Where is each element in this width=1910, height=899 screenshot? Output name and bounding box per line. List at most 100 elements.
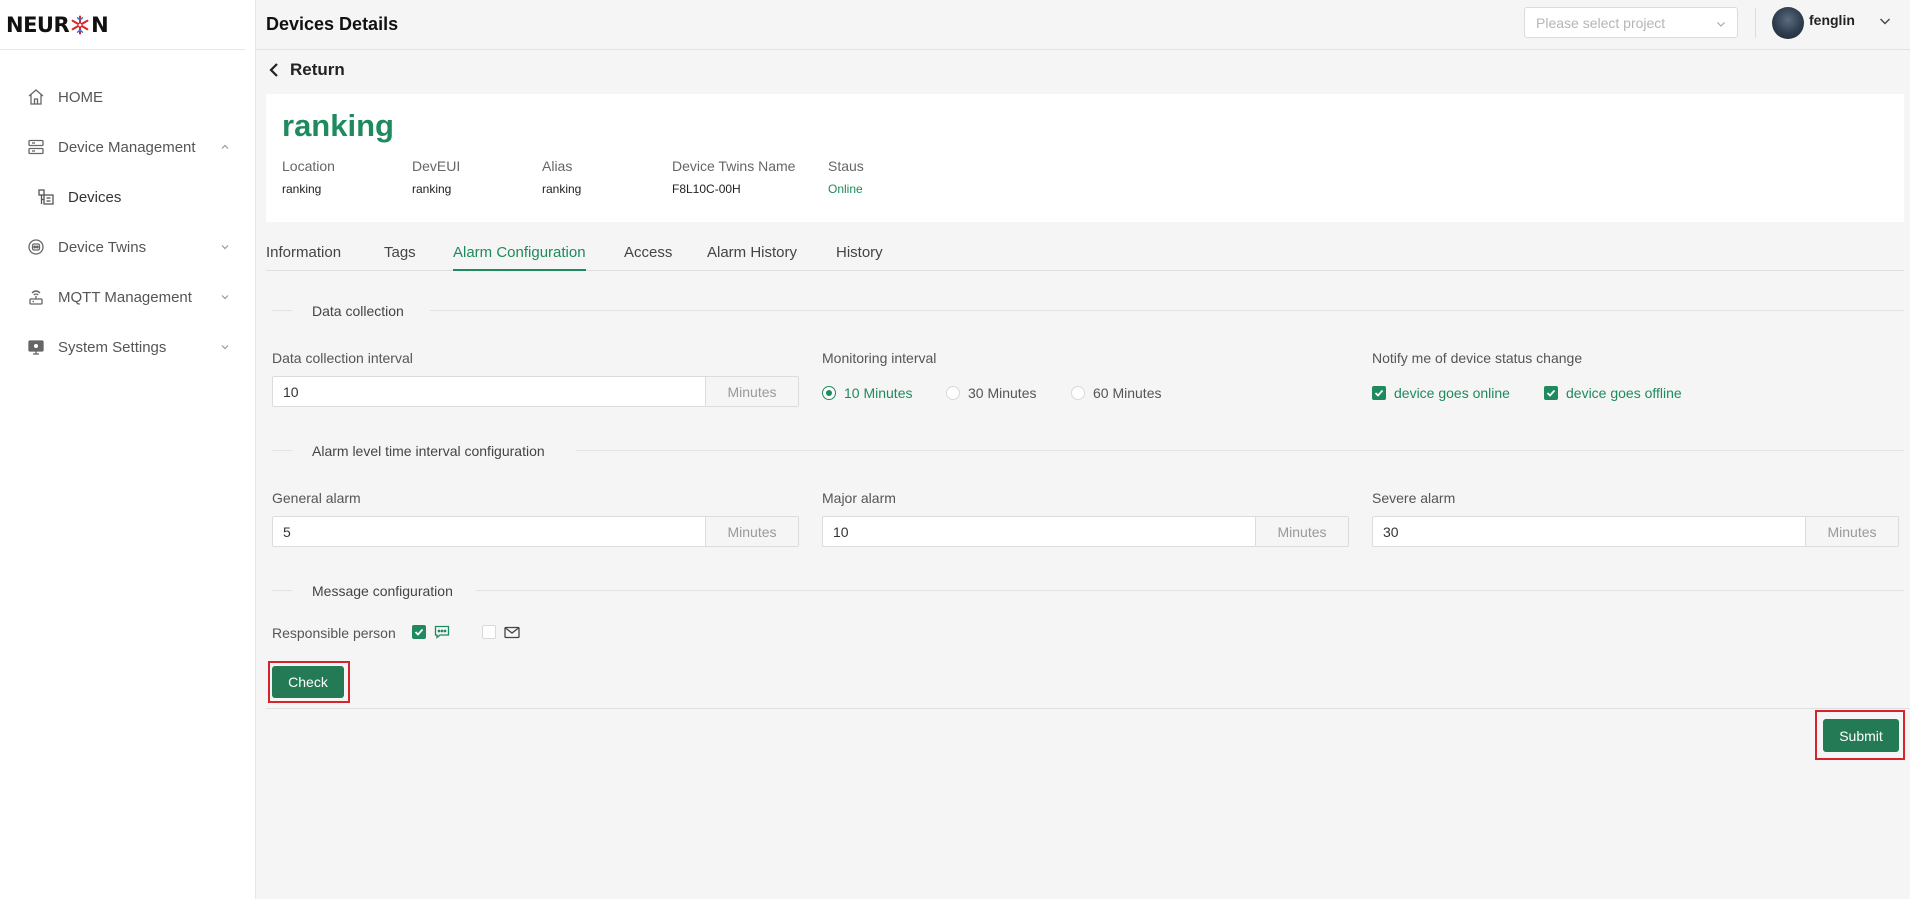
data-collection-interval-input[interactable] <box>273 377 705 406</box>
top-header: Devices Details Please select project fe… <box>256 0 1910 50</box>
chevron-up-icon <box>221 144 229 149</box>
section-divider <box>576 450 1904 451</box>
sidebar-item-label: Device Management <box>58 138 196 156</box>
general-alarm-group: Minutes <box>272 516 799 547</box>
meta-key: Staus <box>828 158 864 174</box>
sidebar-item-device-twins[interactable]: Device Twins <box>0 222 255 272</box>
snowflake-icon <box>71 15 89 34</box>
radio-dot <box>946 386 960 400</box>
sidebar-nav: HOME Device Management Devices Device Tw… <box>0 72 255 372</box>
radio-dot <box>822 386 836 400</box>
radio-dot <box>1071 386 1085 400</box>
meta-alias: Alias ranking <box>542 158 581 196</box>
major-alarm-input[interactable] <box>823 517 1255 546</box>
checkbox-label: device goes online <box>1394 385 1510 401</box>
monitoring-radio-60[interactable]: 60 Minutes <box>1071 385 1161 401</box>
brand-logo[interactable]: NEUR N <box>0 0 245 50</box>
project-select[interactable]: Please select project <box>1524 7 1738 38</box>
sidebar-item-mqtt-management[interactable]: MQTT Management <box>0 272 255 322</box>
device-summary-card: ranking Location ranking DevEUI ranking … <box>266 94 1904 222</box>
tab-bar: Information Tags Alarm Configuration Acc… <box>266 240 1904 271</box>
section-divider <box>272 590 292 591</box>
chevron-down-icon[interactable] <box>1878 14 1892 28</box>
data-collection-interval-group: Minutes <box>272 376 799 407</box>
tab-tags[interactable]: Tags <box>384 244 416 271</box>
checkbox-box <box>1544 386 1558 400</box>
chevron-left-icon <box>269 63 278 77</box>
notify-label: Notify me of device status change <box>1372 350 1583 366</box>
devices-icon <box>36 187 56 207</box>
monitoring-radio-10[interactable]: 10 Minutes <box>822 385 912 401</box>
radio-label: 30 Minutes <box>968 385 1037 401</box>
sidebar-item-home[interactable]: HOME <box>0 72 255 122</box>
general-alarm-input[interactable] <box>273 517 705 546</box>
sidebar-item-label: MQTT Management <box>58 288 192 306</box>
logo-text-left: NEUR <box>6 12 70 37</box>
sidebar-item-device-management[interactable]: Device Management <box>0 122 255 172</box>
meta-value: ranking <box>412 182 452 196</box>
unit-addon: Minutes <box>1255 517 1348 546</box>
avatar[interactable] <box>1772 7 1804 39</box>
monitoring-radio-30[interactable]: 30 Minutes <box>946 385 1036 401</box>
header-divider <box>1755 8 1756 38</box>
general-alarm-label: General alarm <box>272 490 361 506</box>
check-button[interactable]: Check <box>272 666 344 698</box>
checkbox-box <box>482 625 496 639</box>
check-icon <box>1374 389 1384 397</box>
email-checkbox[interactable] <box>482 625 520 639</box>
status-badge: Online <box>828 182 863 196</box>
meta-device-twins-name: Device Twins Name F8L10C-00H <box>672 158 795 196</box>
checkbox-label: device goes offline <box>1566 385 1682 401</box>
radio-label: 60 Minutes <box>1093 385 1162 401</box>
tab-access[interactable]: Access <box>624 244 672 271</box>
check-icon <box>414 628 424 636</box>
username[interactable]: fenglin <box>1809 12 1855 28</box>
chevron-down-icon <box>221 345 229 350</box>
section-title-message: Message configuration <box>312 583 453 599</box>
sidebar-item-label: System Settings <box>58 338 167 356</box>
section-title-alarm-levels: Alarm level time interval configuration <box>312 443 545 459</box>
meta-value: ranking <box>282 182 322 196</box>
severe-alarm-input[interactable] <box>1373 517 1805 546</box>
meta-key: DevEUI <box>412 158 461 174</box>
sidebar-item-label: Devices <box>68 188 122 206</box>
tab-information[interactable]: Information <box>266 244 341 271</box>
sidebar-item-devices[interactable]: Devices <box>0 172 255 222</box>
major-alarm-label: Major alarm <box>822 490 896 506</box>
meta-value: F8L10C-00H <box>672 182 741 196</box>
unit-addon: Minutes <box>705 377 798 406</box>
sidebar-item-system-settings[interactable]: System Settings <box>0 322 255 372</box>
checkbox-box <box>412 625 426 639</box>
major-alarm-group: Minutes <box>822 516 1349 547</box>
twins-icon <box>26 237 46 257</box>
meta-status: Staus Online <box>828 158 864 196</box>
data-collection-interval-label: Data collection interval <box>272 350 413 366</box>
project-select-placeholder: Please select project <box>1536 14 1666 31</box>
tab-alarm-history[interactable]: Alarm History <box>707 244 797 271</box>
section-title-data-collection: Data collection <box>312 303 404 319</box>
notify-offline-checkbox[interactable]: device goes offline <box>1544 385 1682 401</box>
notify-online-checkbox[interactable]: device goes online <box>1372 385 1510 401</box>
responsible-person-label: Responsible person <box>272 625 396 641</box>
tab-alarm-configuration[interactable]: Alarm Configuration <box>453 244 586 271</box>
checkbox-box <box>1372 386 1386 400</box>
return-label: Return <box>290 60 345 79</box>
sidebar-item-label: Device Twins <box>58 238 147 256</box>
check-icon <box>1546 389 1556 397</box>
server-icon <box>26 137 46 157</box>
monitor-icon <box>26 337 46 357</box>
chevron-down-icon <box>221 245 229 250</box>
mqtt-icon <box>26 287 46 307</box>
unit-addon: Minutes <box>1805 517 1898 546</box>
severe-alarm-group: Minutes <box>1372 516 1899 547</box>
section-divider <box>272 450 292 451</box>
mail-icon <box>504 626 520 638</box>
meta-key: Alias <box>542 158 573 174</box>
page-title: Devices Details <box>266 14 399 34</box>
submit-button[interactable]: Submit <box>1823 719 1899 752</box>
section-divider <box>272 310 292 311</box>
tab-history[interactable]: History <box>836 244 883 271</box>
sms-checkbox[interactable] <box>412 625 450 639</box>
chevron-down-icon <box>221 295 229 300</box>
return-link[interactable]: Return <box>268 60 345 80</box>
